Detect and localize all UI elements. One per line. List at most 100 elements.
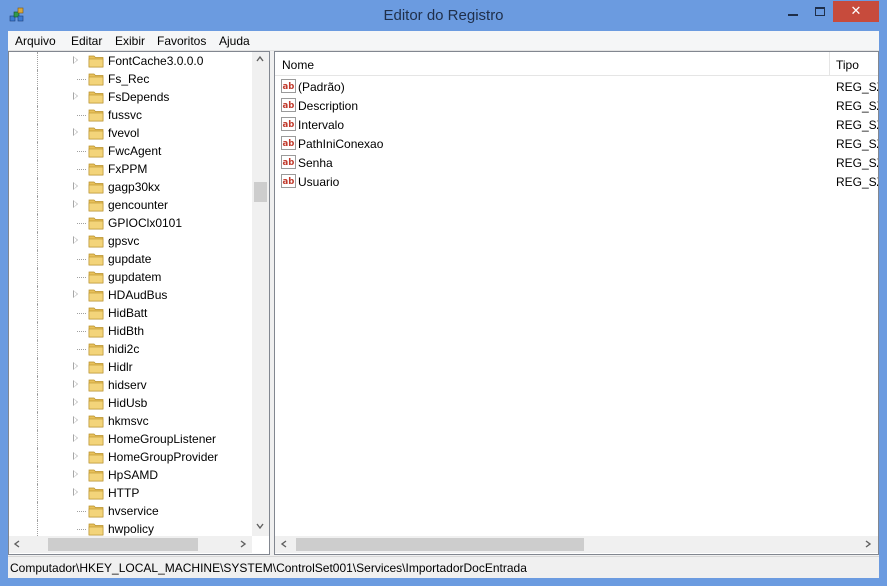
scroll-right-icon[interactable]: [864, 540, 872, 548]
menu-favoritos[interactable]: Favoritos: [157, 34, 206, 48]
list-item[interactable]: abSenha REG_SZ: [275, 153, 878, 172]
values-list-pane[interactable]: Nome Tipo ab(Padrão)REG_SZabDescriptionR…: [274, 51, 879, 555]
menu-exibir[interactable]: Exibir: [115, 34, 145, 48]
list-horizontal-scroll-thumb[interactable]: [296, 538, 584, 551]
string-value-icon: ab: [281, 174, 296, 188]
tree-horizontal-scroll-thumb[interactable]: [48, 538, 198, 551]
tree-item[interactable]: hidi2c: [9, 340, 254, 358]
column-header-nome[interactable]: Nome: [275, 52, 830, 76]
tree-horizontal-scrollbar[interactable]: [9, 536, 252, 553]
scroll-left-icon[interactable]: [13, 540, 21, 548]
expand-arrow-icon[interactable]: [73, 128, 78, 136]
tree-item-label: hidserv: [108, 378, 147, 392]
expand-arrow-icon[interactable]: [73, 182, 78, 190]
tree-item[interactable]: gagp30kx: [9, 178, 254, 196]
tree-item[interactable]: FxPPM: [9, 160, 254, 178]
scroll-right-icon[interactable]: [239, 540, 247, 548]
tree-item[interactable]: hvservice: [9, 502, 254, 520]
expand-arrow-icon[interactable]: [73, 452, 78, 460]
tree-item[interactable]: gupdatem: [9, 268, 254, 286]
list-item[interactable]: abDescription REG_SZ: [275, 96, 878, 115]
tree-item[interactable]: fussvc: [9, 106, 254, 124]
folder-icon: [88, 505, 104, 518]
folder-icon: [88, 469, 104, 482]
expand-arrow-icon[interactable]: [73, 380, 78, 388]
tree-item[interactable]: gencounter: [9, 196, 254, 214]
expand-arrow-icon[interactable]: [73, 200, 78, 208]
list-item[interactable]: ab(Padrão) REG_SZ: [275, 77, 878, 96]
column-header-tipo[interactable]: Tipo: [829, 52, 878, 76]
tree-item[interactable]: gpsvc: [9, 232, 254, 250]
title-bar[interactable]: Editor do Registro ✕: [0, 0, 887, 31]
expand-arrow-icon[interactable]: [73, 398, 78, 406]
maximize-icon: [814, 7, 825, 16]
tree-item-label: Fs_Rec: [108, 72, 150, 86]
tree-item[interactable]: hidserv: [9, 376, 254, 394]
folder-icon: [88, 415, 104, 428]
list-item[interactable]: abPathIniConexao REG_SZ: [275, 134, 878, 153]
tree-item[interactable]: HDAudBus: [9, 286, 254, 304]
scroll-down-icon[interactable]: [256, 522, 264, 530]
folder-icon: [88, 271, 104, 284]
tree-item[interactable]: gupdate: [9, 250, 254, 268]
tree-guide-line: [37, 214, 38, 232]
folder-icon: [88, 199, 104, 212]
tree-guide-line: [37, 430, 38, 448]
tree-item[interactable]: HidBatt: [9, 304, 254, 322]
folder-icon: [88, 451, 104, 464]
folder-icon: [88, 145, 104, 158]
tree-vertical-scrollbar[interactable]: [252, 52, 269, 536]
tree-item-label: gupdate: [108, 252, 152, 266]
tree-item[interactable]: FsDepends: [9, 88, 254, 106]
scroll-left-icon[interactable]: [280, 540, 288, 548]
expand-arrow-icon[interactable]: [73, 470, 78, 478]
tree-item[interactable]: HomeGroupListener: [9, 430, 254, 448]
value-name: PathIniConexao: [298, 137, 384, 151]
scroll-up-icon[interactable]: [256, 55, 264, 63]
tree-guide-line: [37, 142, 38, 160]
tree-vertical-scroll-thumb[interactable]: [254, 182, 267, 202]
tree-connector-line: [77, 349, 86, 350]
folder-icon: [88, 487, 104, 500]
close-button[interactable]: ✕: [833, 1, 879, 22]
svg-text:ab: ab: [283, 139, 295, 149]
value-type: REG_SZ: [836, 175, 878, 189]
expand-arrow-icon[interactable]: [73, 488, 78, 496]
tree-connector-line: [77, 115, 86, 116]
registry-tree-pane[interactable]: FontCache3.0.0.0 Fs_Rec FsDepends fussvc fve…: [8, 51, 270, 555]
expand-arrow-icon[interactable]: [73, 434, 78, 442]
tree-item[interactable]: FwcAgent: [9, 142, 254, 160]
list-item[interactable]: abIntervalo REG_SZ: [275, 115, 878, 134]
tree-item[interactable]: HpSAMD: [9, 466, 254, 484]
maximize-button[interactable]: [806, 1, 833, 22]
tree-item[interactable]: HTTP: [9, 484, 254, 502]
tree-item-label: HidBatt: [108, 306, 148, 320]
expand-arrow-icon[interactable]: [73, 56, 78, 64]
tree-item-label: gpsvc: [108, 234, 140, 248]
minimize-button[interactable]: [779, 1, 806, 22]
tree-item[interactable]: fvevol: [9, 124, 254, 142]
list-item[interactable]: abUsuario REG_SZ: [275, 172, 878, 191]
tree-item[interactable]: FontCache3.0.0.0: [9, 52, 254, 70]
expand-arrow-icon[interactable]: [73, 290, 78, 298]
menu-arquivo[interactable]: Arquivo: [15, 34, 56, 48]
expand-arrow-icon[interactable]: [73, 92, 78, 100]
expand-arrow-icon[interactable]: [73, 416, 78, 424]
tree-item[interactable]: GPIOClx0101: [9, 214, 254, 232]
tree-item-label: HidUsb: [108, 396, 148, 410]
tree-guide-line: [37, 268, 38, 286]
tree-item[interactable]: HomeGroupProvider: [9, 448, 254, 466]
tree-item[interactable]: Fs_Rec: [9, 70, 254, 88]
menu-ajuda[interactable]: Ajuda: [219, 34, 250, 48]
tree-item[interactable]: HidUsb: [9, 394, 254, 412]
tree-item[interactable]: HidBth: [9, 322, 254, 340]
tree-item[interactable]: hkmsvc: [9, 412, 254, 430]
value-name: (Padrão): [298, 80, 345, 94]
list-horizontal-scrollbar[interactable]: [275, 536, 878, 553]
expand-arrow-icon[interactable]: [73, 362, 78, 370]
tree-item[interactable]: Hidlr: [9, 358, 254, 376]
value-name: Intervalo: [298, 118, 345, 132]
expand-arrow-icon[interactable]: [73, 236, 78, 244]
tree-item-label: gupdatem: [108, 270, 162, 284]
menu-editar[interactable]: Editar: [71, 34, 102, 48]
